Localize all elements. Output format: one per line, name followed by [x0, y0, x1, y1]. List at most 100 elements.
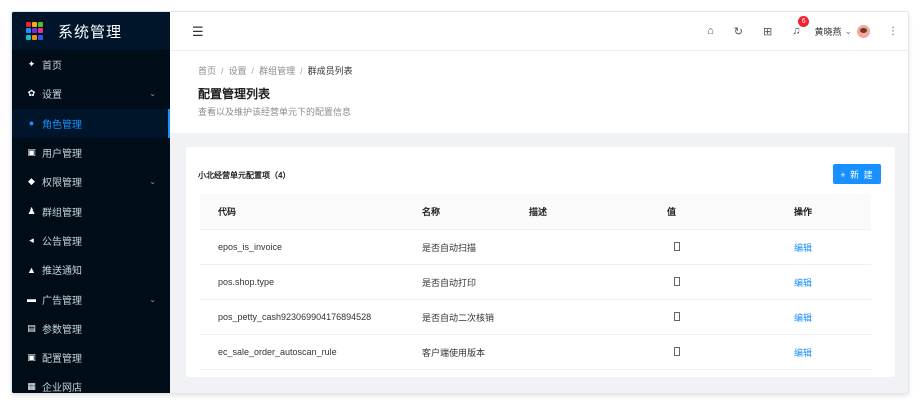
card-title: 小北经营单元配置项（4） [198, 171, 291, 180]
cell-description [529, 334, 667, 370]
sidebar-item[interactable]: ▲ 推送通知 [12, 255, 170, 284]
user-menu[interactable]: 黄晓燕 ⌄ [814, 24, 870, 38]
logo-square [32, 28, 37, 34]
app-logo-icon [26, 22, 44, 40]
page-description: 查看以及维护该经营单元下的配置信息 [198, 107, 352, 117]
table-row: ec_sale_order_autoscan_rule 客户端使用版本 编辑 [200, 334, 871, 370]
home-icon: ✦ [27, 59, 36, 70]
cell-code: ec_sale_order_autoscan_rule [200, 334, 422, 370]
table-row: epos_is_invoice 是否自动扫描 编辑 [200, 229, 871, 265]
bell-icon: ▲ [27, 264, 36, 275]
refresh-icon[interactable]: ↻ [734, 25, 743, 38]
bell-icon[interactable]: ♫ 6 [792, 16, 810, 37]
sidebar-item-label: 权限管理 [42, 178, 82, 190]
breadcrumb: 首页 / 设置 / 群组管理 / 群成员列表 [198, 64, 353, 77]
value-box-icon[interactable] [674, 311, 680, 321]
ad-icon: ▬ [27, 294, 36, 305]
column-header-value[interactable]: 值 [667, 194, 794, 230]
shield-icon: ◆ [28, 176, 35, 187]
column-header-name[interactable]: 名称 [422, 194, 529, 230]
toolbar-icons: ⌂ ↻ ⊞ ♫ 6 黄晓燕 ⌄ ⋮ [687, 12, 898, 50]
role-icon: ● [28, 118, 35, 129]
notification-badge: 6 [798, 16, 810, 27]
breadcrumb-separator: / [251, 66, 255, 76]
more-icon[interactable]: ⋮ [888, 26, 898, 37]
logo-square [38, 22, 43, 27]
sidebar-item[interactable]: ♟ 群组管理 [12, 196, 170, 225]
cell-code: pos_petty_cash923069904176894528 [200, 299, 422, 335]
edit-link[interactable]: 编辑 [794, 243, 812, 253]
sidebar-item-label: 首页 [42, 61, 62, 73]
logo-square [26, 28, 31, 34]
sidebar-item[interactable]: ✿ 设置 ⌄ [12, 79, 170, 108]
cell-name: 是否自动打印 [422, 264, 529, 300]
brand[interactable]: 系统管理 [12, 12, 170, 50]
cell-action: 编辑 [794, 229, 871, 265]
logo-square [32, 34, 37, 40]
avatar[interactable] [857, 24, 870, 38]
sidebar-item[interactable]: ● 角色管理 [12, 108, 170, 138]
cell-description [529, 299, 667, 335]
cell-value [667, 229, 794, 265]
breadcrumb-link[interactable]: 首页 [198, 66, 216, 76]
value-box-icon[interactable] [674, 276, 680, 286]
column-header-action: 操作 [794, 194, 871, 230]
sidebar-item-label: 企业网店 [42, 383, 82, 393]
cell-description [529, 229, 667, 265]
edit-link[interactable]: 编辑 [794, 313, 812, 323]
page-title: 配置管理列表 [198, 87, 271, 101]
column-header-code[interactable]: 代码 [200, 194, 422, 230]
sidebar-item-label: 广告管理 [42, 295, 82, 307]
sidebar-item-label: 角色管理 [42, 119, 82, 131]
sidebar-item[interactable]: ▦ 企业网店 [12, 372, 170, 393]
breadcrumb-current: 群成员列表 [307, 66, 353, 76]
cell-action: 编辑 [794, 299, 871, 335]
logo-square [32, 22, 37, 27]
sidebar-item[interactable]: ▬ 广告管理 ⌄ [12, 284, 170, 313]
edit-link[interactable]: 编辑 [794, 278, 812, 288]
value-box-icon[interactable] [674, 346, 680, 356]
logo-square [38, 34, 43, 40]
grid-icon[interactable]: ⊞ [763, 25, 772, 38]
cell-value [667, 334, 794, 370]
user-card-icon: ▣ [27, 147, 36, 158]
chevron-down-icon: ⌄ [149, 177, 156, 187]
table-row: pos.shop.type 是否自动打印 编辑 [200, 264, 871, 300]
sidebar-item[interactable]: ◂ 公告管理 [12, 226, 170, 255]
new-button[interactable]: + 新 建 [833, 164, 881, 184]
value-box-icon[interactable] [674, 241, 680, 251]
sidebar-item[interactable]: ▤ 参数管理 [12, 314, 170, 343]
cell-name: 是否自动扫描 [422, 229, 529, 265]
breadcrumb-link[interactable]: 群组管理 [259, 66, 295, 76]
sidebar-item[interactable]: ✦ 首页 [12, 50, 170, 79]
sidebar-item[interactable]: ▣ 配置管理 [12, 343, 170, 372]
table-body: epos_is_invoice 是否自动扫描 编辑 pos.shop.type 是否自动… [200, 229, 871, 370]
sidebar-item-label: 参数管理 [42, 324, 82, 336]
breadcrumb-link[interactable]: 设置 [229, 66, 247, 76]
sidebar-item-label: 配置管理 [42, 354, 82, 366]
settings-icon: ✿ [27, 88, 36, 99]
params-icon: ▤ [27, 322, 36, 333]
cell-value [667, 299, 794, 335]
column-header-description[interactable]: 描述 [529, 194, 667, 230]
sidebar-item[interactable]: ▣ 用户管理 [12, 138, 170, 167]
logo-square [38, 28, 43, 34]
sidebar-menu: ✦ 首页 ✿ 设置 ⌄ ● 角色管理 ▣ 用户管理 ◆ 权限管理 ⌄ ♟ 群组管理 ◂ 公告管理 ▲ 推送通知 ▬ 广… [12, 50, 170, 393]
menu-toggle-icon[interactable]: ☰ [192, 24, 204, 40]
config-card: 小北经营单元配置项（4） + 新 建 代码 名称 描述 值 操作 epos_is… [186, 147, 895, 377]
top-bar: ☰ ⌂ ↻ ⊞ ♫ 6 黄晓燕 ⌄ ⋮ [170, 12, 908, 51]
cell-code: epos_is_invoice [200, 229, 422, 265]
breadcrumb-separator: / [221, 66, 224, 76]
cell-value [667, 264, 794, 300]
edit-link[interactable]: 编辑 [794, 348, 812, 358]
sidebar-item-label: 群组管理 [42, 207, 82, 219]
sidebar-item-label: 公告管理 [42, 236, 82, 248]
sidebar: 系统管理 ✦ 首页 ✿ 设置 ⌄ ● 角色管理 ▣ 用户管理 ◆ 权限管理 ⌄ ♟ 群组管理 ◂ 公告管理 ▲ 推… [12, 12, 170, 393]
table-header-row: 代码 名称 描述 值 操作 [200, 194, 871, 230]
chevron-down-icon: ⌄ [844, 25, 852, 36]
home-icon[interactable]: ⌂ [707, 25, 714, 37]
page-header: 首页 / 设置 / 群组管理 / 群成员列表 配置管理列表 查看以及维护该经营单元下的配置信… [170, 51, 908, 133]
logo-square [26, 22, 31, 27]
cell-name: 是否自动二次核销 [422, 299, 529, 335]
sidebar-item[interactable]: ◆ 权限管理 ⌄ [12, 167, 170, 196]
